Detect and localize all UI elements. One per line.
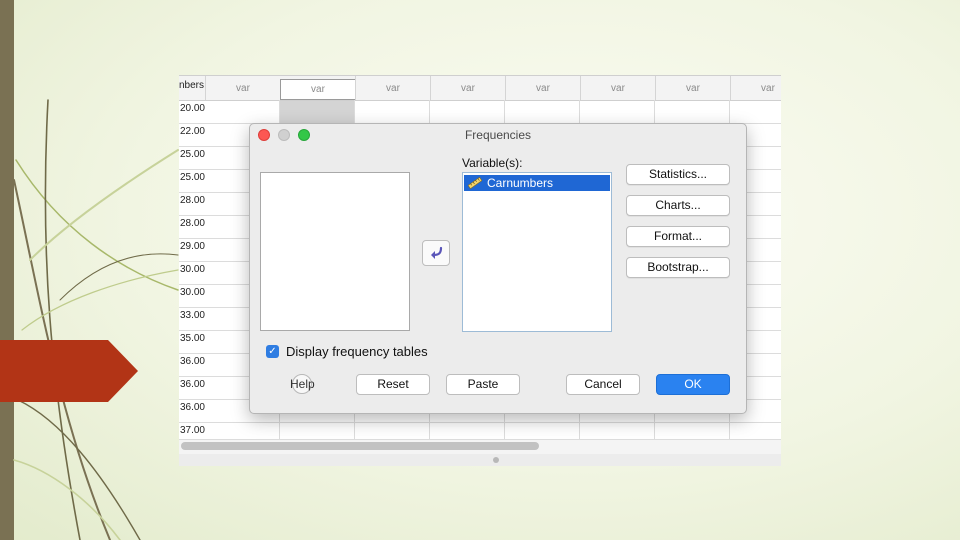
dialog-title: Frequencies: [464, 128, 532, 142]
format-button[interactable]: Format...: [626, 226, 730, 247]
selected-variables-list[interactable]: Carnumbers: [462, 172, 612, 332]
charts-button[interactable]: Charts...: [626, 195, 730, 216]
curved-arrow-left-icon: [431, 246, 443, 259]
display-frequency-tables-label: Display frequency tables: [286, 344, 428, 359]
variables-label: Variable(s):: [462, 156, 523, 170]
ok-button[interactable]: OK: [656, 374, 730, 395]
variable-item-label: Carnumbers: [487, 176, 554, 190]
ruler-scale-icon: [468, 177, 482, 189]
variable-item-carnumbers[interactable]: Carnumbers: [464, 175, 610, 191]
cell-value[interactable]: 35.00: [179, 330, 205, 353]
cell-value[interactable]: 29.00: [179, 238, 205, 261]
help-label: Help: [290, 377, 315, 391]
cell-value[interactable]: 36.00: [179, 353, 205, 376]
column-header-row: nbers var var var var var var var var: [179, 76, 781, 101]
move-variable-button[interactable]: [422, 240, 450, 266]
reset-button[interactable]: Reset: [356, 374, 430, 395]
column-header-var[interactable]: var: [655, 76, 730, 100]
cell-value[interactable]: 30.00: [179, 261, 205, 284]
statistics-button[interactable]: Statistics...: [626, 164, 730, 185]
cell-value[interactable]: 25.00: [179, 146, 205, 169]
cancel-button[interactable]: Cancel: [566, 374, 640, 395]
resize-handle[interactable]: [493, 457, 499, 463]
cell-value[interactable]: 22.00: [179, 123, 205, 146]
column-header-carnumbers[interactable]: nbers: [179, 76, 207, 100]
cell-value[interactable]: 25.00: [179, 169, 205, 192]
horizontal-scrollbar-thumb[interactable]: [181, 442, 539, 450]
status-bar: [179, 454, 781, 466]
display-frequency-tables-checkbox[interactable]: ✓: [266, 345, 279, 358]
column-header-var-selected[interactable]: var: [280, 79, 356, 100]
column-header-var[interactable]: var: [430, 76, 505, 100]
frequencies-dialog: Frequencies Variable(s): Carnumbers Stat…: [249, 123, 747, 414]
cell-value[interactable]: 30.00: [179, 284, 205, 307]
cell-value[interactable]: 20.00: [179, 100, 205, 123]
column-header-var[interactable]: var: [505, 76, 580, 100]
bootstrap-button[interactable]: Bootstrap...: [626, 257, 730, 278]
help-button[interactable]: Help: [290, 374, 315, 394]
dialog-titlebar[interactable]: Frequencies: [250, 124, 746, 146]
table-row: 20.00: [179, 100, 781, 124]
paste-button[interactable]: Paste: [446, 374, 520, 395]
column-header-var[interactable]: var: [730, 76, 781, 100]
decorative-grass-lines: [13, 99, 179, 540]
cell-value[interactable]: 28.00: [179, 215, 205, 238]
column-header-var[interactable]: var: [580, 76, 655, 100]
source-variable-list[interactable]: [260, 172, 410, 331]
column-header-var[interactable]: var: [355, 76, 430, 100]
cell-value[interactable]: 28.00: [179, 192, 205, 215]
column-header-var[interactable]: var: [205, 76, 280, 100]
cell-value[interactable]: 33.00: [179, 307, 205, 330]
cell-value[interactable]: 36.00: [179, 399, 205, 422]
cell-value[interactable]: 36.00: [179, 376, 205, 399]
